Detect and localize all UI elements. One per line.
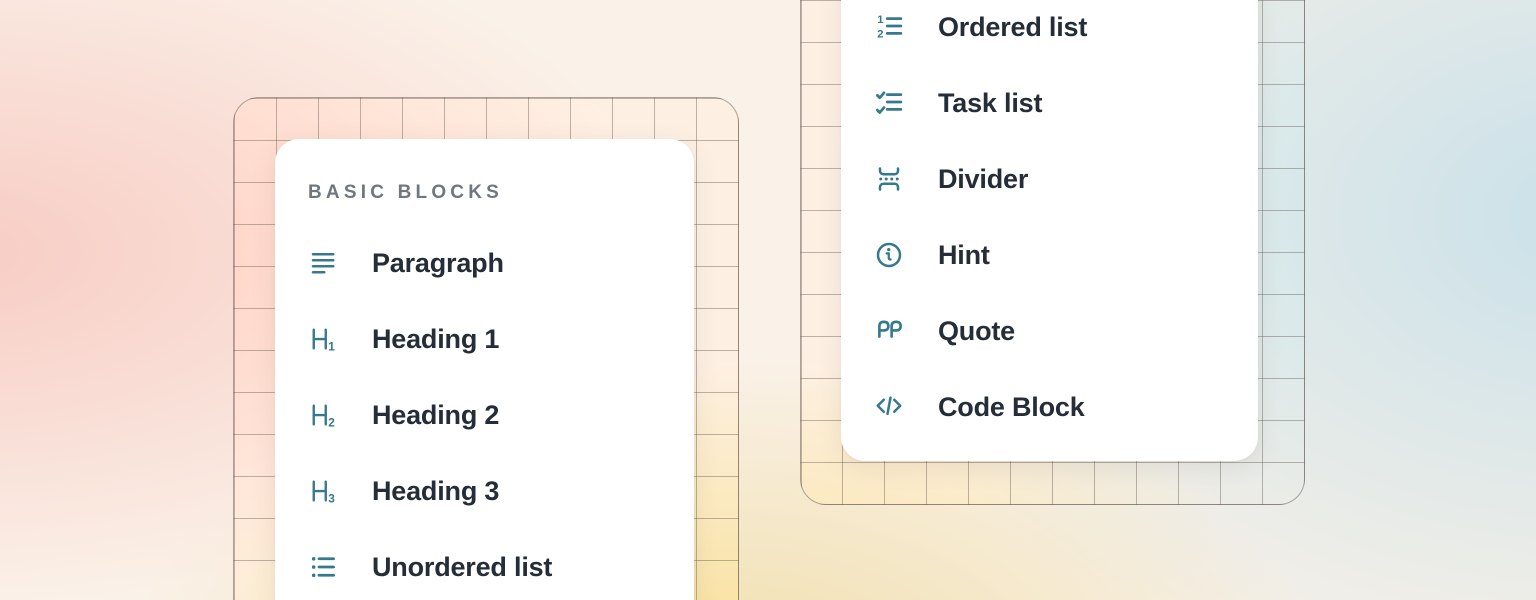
heading-1-icon: 1 [308, 324, 338, 354]
ordered-list-icon: 1 2 [874, 12, 904, 42]
menu-item-label: Task list [938, 88, 1042, 119]
menu-item-label: Quote [938, 316, 1015, 347]
hint-icon [874, 240, 904, 270]
menu-item[interactable]: Paragraph [275, 225, 694, 301]
menu-item[interactable]: Code Block [841, 369, 1258, 445]
menu-item-label: Heading 1 [372, 324, 499, 355]
menu-item[interactable]: Divider [841, 141, 1258, 217]
heading-3-icon: 3 [308, 476, 338, 506]
menu-item-label: Heading 2 [372, 400, 499, 431]
menu-item-label: Divider [938, 164, 1028, 195]
menu-item[interactable]: Hint [841, 217, 1258, 293]
insert-blocks-panel: 1 2 Ordered list Task list Divider Hint … [841, 0, 1258, 461]
menu-item-label: Heading 3 [372, 476, 499, 507]
paragraph-icon [308, 248, 338, 278]
menu-item-label: Code Block [938, 392, 1085, 423]
menu-item[interactable]: 1 2 Ordered list [841, 0, 1258, 65]
section-title: BASIC BLOCKS [308, 183, 694, 203]
basic-blocks-list: Paragraph 1 Heading 1 2 Heading 2 3 Head… [275, 225, 694, 600]
stage: BASIC BLOCKS Paragraph 1 Heading 1 2 Hea… [0, 0, 1536, 600]
basic-blocks-panel: BASIC BLOCKS Paragraph 1 Heading 1 2 Hea… [275, 139, 694, 600]
svg-text:3: 3 [328, 492, 335, 506]
menu-item-label: Ordered list [938, 12, 1087, 43]
quote-icon [874, 316, 904, 346]
code-block-icon [874, 392, 904, 422]
menu-item-label: Paragraph [372, 248, 504, 279]
menu-item[interactable]: Task list [841, 65, 1258, 141]
menu-item[interactable]: 2 Heading 2 [275, 377, 694, 453]
task-list-icon [874, 88, 904, 118]
insert-blocks-list: 1 2 Ordered list Task list Divider Hint … [841, 0, 1258, 445]
menu-item-label: Hint [938, 240, 990, 271]
svg-text:2: 2 [328, 416, 335, 430]
menu-item[interactable]: 1 Heading 1 [275, 301, 694, 377]
heading-2-icon: 2 [308, 400, 338, 430]
unordered-list-icon [308, 552, 338, 582]
menu-item[interactable]: Unordered list [275, 529, 694, 600]
menu-item-label: Unordered list [372, 552, 552, 583]
svg-text:1: 1 [877, 14, 883, 26]
canvas: { "left_panel": { "section_title": "BASI… [0, 0, 1536, 600]
svg-text:2: 2 [877, 29, 883, 41]
svg-text:1: 1 [328, 340, 335, 354]
menu-item[interactable]: 3 Heading 3 [275, 453, 694, 529]
divider-icon [874, 164, 904, 194]
menu-item[interactable]: Quote [841, 293, 1258, 369]
